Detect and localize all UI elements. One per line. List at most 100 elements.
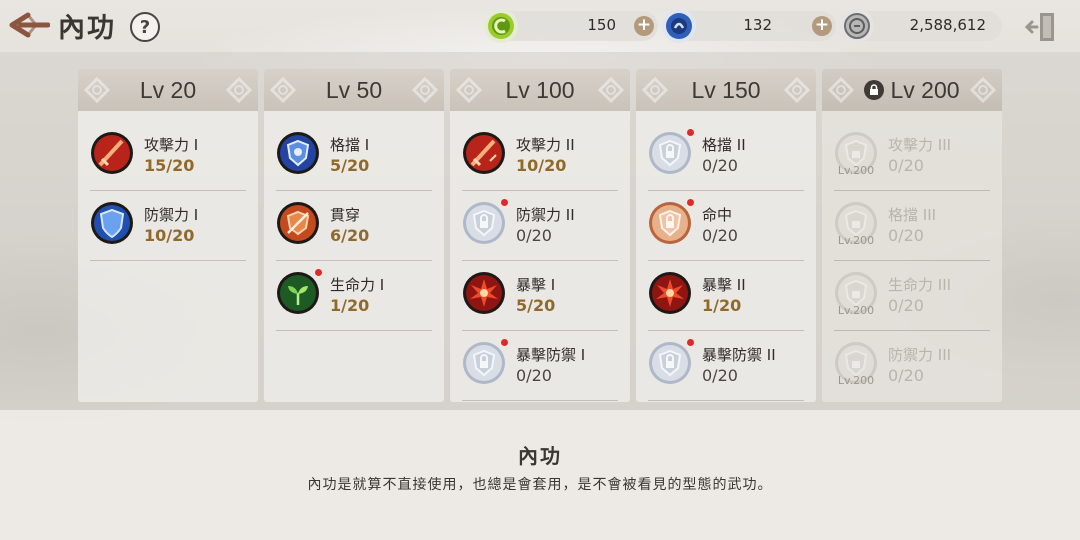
locked-skill-icon bbox=[462, 341, 506, 385]
level-label: Lv 50 bbox=[325, 76, 383, 103]
currency-blue: 132 + bbox=[662, 9, 836, 43]
skill-pierce[interactable]: 貫穿 6/20 bbox=[276, 191, 432, 261]
skill-progress: 6/20 bbox=[330, 226, 370, 245]
add-blue-button[interactable]: + bbox=[812, 16, 832, 36]
ornament-icon bbox=[270, 77, 296, 103]
level-column-lv50: Lv 50 格擋 I 5/20 貫穿 6/20 生命力 I 1/20 bbox=[264, 69, 444, 402]
sprout-icon bbox=[276, 271, 320, 315]
locked-skill-icon bbox=[648, 131, 692, 175]
level-label: Lv 100 bbox=[505, 76, 575, 103]
burst-icon bbox=[462, 271, 506, 315]
level-header: Lv 100 bbox=[450, 69, 630, 111]
skill-crit-defense-1[interactable]: 暴擊防禦 I 0/20 bbox=[462, 331, 618, 401]
currency-amount-green: 150 bbox=[587, 16, 616, 34]
ornament-icon bbox=[970, 77, 996, 103]
description-panel: 內功 內功是就算不直接使用，也總是會套用，是不會被看見的型態的武功。 bbox=[0, 410, 1080, 540]
skill-accuracy[interactable]: 命中 0/20 bbox=[648, 191, 804, 261]
burst-icon bbox=[648, 271, 692, 315]
ornament-icon bbox=[642, 77, 668, 103]
skill-crit-2[interactable]: 暴擊 II 1/20 bbox=[648, 261, 804, 331]
skill-name: 格擋 II bbox=[702, 136, 746, 154]
skill-name: 暴擊防禦 I bbox=[516, 346, 586, 364]
locked-skill-icon bbox=[648, 341, 692, 385]
skill-vitality-1[interactable]: 生命力 I 1/20 bbox=[276, 261, 432, 331]
ornament-icon bbox=[598, 77, 624, 103]
unlock-level-tag: Lv.200 bbox=[837, 304, 875, 317]
currency-silver: 2,588,612 bbox=[840, 9, 1002, 43]
skill-block-2[interactable]: 格擋 II 0/20 bbox=[648, 121, 804, 191]
locked-skill-icon bbox=[462, 201, 506, 245]
notification-dot bbox=[315, 269, 322, 276]
skill-name: 暴擊 I bbox=[516, 276, 556, 294]
level-header: Lv 50 bbox=[264, 69, 444, 111]
skill-progress: 0/20 bbox=[888, 366, 924, 385]
skill-attack-3[interactable]: Lv.200 攻擊力 III 0/20 bbox=[834, 121, 990, 191]
skill-block-1[interactable]: 格擋 I 5/20 bbox=[276, 121, 432, 191]
ornament-icon bbox=[226, 77, 252, 103]
skill-progress: 10/20 bbox=[516, 156, 567, 175]
skill-name: 生命力 I bbox=[330, 276, 385, 294]
locked-target-icon bbox=[648, 201, 692, 245]
skill-progress: 0/20 bbox=[516, 226, 552, 245]
notification-dot bbox=[687, 339, 694, 346]
skill-name: 攻擊力 II bbox=[516, 136, 575, 154]
currency-amount-blue: 132 bbox=[743, 16, 772, 34]
level-header: Lv 150 bbox=[636, 69, 816, 111]
silver-coin-icon bbox=[840, 9, 874, 43]
level-label: Lv 20 bbox=[139, 76, 197, 103]
ornament-icon bbox=[784, 77, 810, 103]
green-orb-icon bbox=[484, 9, 518, 43]
ornament-icon bbox=[412, 77, 438, 103]
skill-defense-2[interactable]: 防禦力 II 0/20 bbox=[462, 191, 618, 261]
skill-progress: 5/20 bbox=[516, 296, 556, 315]
description-text: 內功是就算不直接使用，也總是會套用，是不會被看見的型態的武功。 bbox=[307, 477, 773, 493]
skill-progress: 0/20 bbox=[888, 226, 924, 245]
skill-name: 暴擊 II bbox=[702, 276, 746, 294]
unlock-level-tag: Lv.200 bbox=[837, 374, 875, 387]
notification-dot bbox=[501, 339, 508, 346]
skill-progress: 15/20 bbox=[144, 156, 195, 175]
sword-icon bbox=[90, 131, 134, 175]
skill-progress: 0/20 bbox=[516, 366, 552, 385]
skill-name: 生命力 III bbox=[888, 276, 952, 294]
add-green-button[interactable]: + bbox=[634, 16, 654, 36]
exit-door-icon[interactable] bbox=[1024, 10, 1058, 44]
unlock-level-tag: Lv.200 bbox=[837, 234, 875, 247]
level-column-lv100: Lv 100 攻擊力 II 10/20 防禦力 II 0/20 暴擊 I 5/2… bbox=[450, 69, 630, 402]
skill-vitality-3[interactable]: Lv.200 生命力 III 0/20 bbox=[834, 261, 990, 331]
level-column-lv20: Lv 20 攻擊力 I 15/20 防禦力 I 10/20 bbox=[78, 69, 258, 402]
skill-name: 命中 bbox=[702, 206, 733, 224]
top-bar: 內功 ? 150 + 132 + 2,588,612 bbox=[0, 0, 1080, 52]
skill-progress: 0/20 bbox=[702, 156, 738, 175]
page-title: 內功 bbox=[58, 13, 116, 44]
level-column-lv200: Lv 200 Lv.200 攻擊力 III 0/20 Lv.200 格擋 III… bbox=[822, 69, 1002, 402]
skill-name: 貫穿 bbox=[330, 206, 361, 224]
skill-defense-1[interactable]: 防禦力 I 10/20 bbox=[90, 191, 246, 261]
notification-dot bbox=[501, 199, 508, 206]
ornament-icon bbox=[456, 77, 482, 103]
skill-name: 防禦力 III bbox=[888, 346, 952, 364]
back-arrow-icon[interactable] bbox=[8, 10, 51, 40]
help-button[interactable]: ? bbox=[130, 12, 160, 42]
skill-defense-3[interactable]: Lv.200 防禦力 III 0/20 bbox=[834, 331, 990, 401]
skill-attack-1[interactable]: 攻擊力 I 15/20 bbox=[90, 121, 246, 191]
level-header: Lv 20 bbox=[78, 69, 258, 111]
skill-name: 暴擊防禦 II bbox=[702, 346, 776, 364]
skill-block-3[interactable]: Lv.200 格擋 III 0/20 bbox=[834, 191, 990, 261]
skill-crit-1[interactable]: 暴擊 I 5/20 bbox=[462, 261, 618, 331]
blue-orb-icon bbox=[662, 9, 696, 43]
skill-progress: 0/20 bbox=[888, 156, 924, 175]
skill-name: 防禦力 I bbox=[144, 206, 199, 224]
ornament-icon bbox=[84, 77, 110, 103]
skill-attack-2[interactable]: 攻擊力 II 10/20 bbox=[462, 121, 618, 191]
pierce-icon bbox=[276, 201, 320, 245]
skill-progress: 5/20 bbox=[330, 156, 370, 175]
level-label: Lv 150 bbox=[691, 76, 761, 103]
skill-name: 防禦力 II bbox=[516, 206, 575, 224]
skill-progress: 0/20 bbox=[702, 226, 738, 245]
block-shield-icon bbox=[276, 131, 320, 175]
skill-progress: 0/20 bbox=[888, 296, 924, 315]
skill-crit-defense-2[interactable]: 暴擊防禦 II 0/20 bbox=[648, 331, 804, 401]
skill-progress: 10/20 bbox=[144, 226, 195, 245]
skill-name: 格擋 III bbox=[888, 206, 937, 224]
